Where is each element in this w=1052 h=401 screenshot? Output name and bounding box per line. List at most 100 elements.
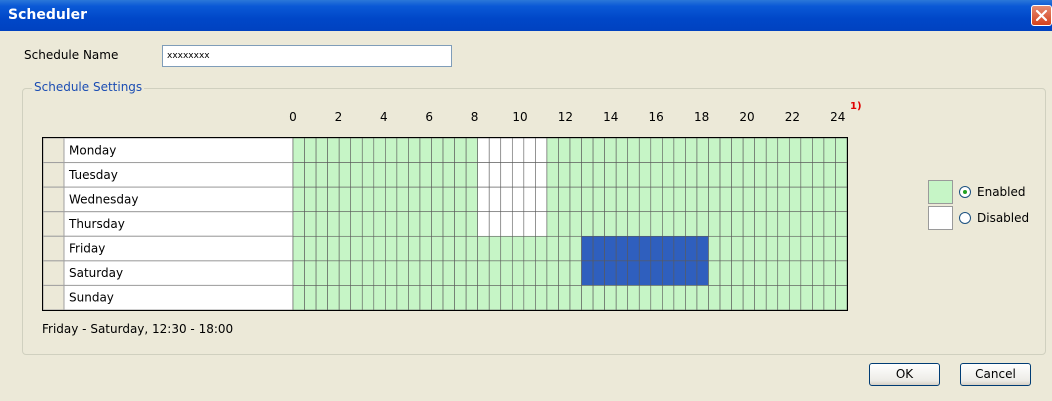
- disabled-radio[interactable]: [959, 212, 971, 224]
- time-slot[interactable]: [338, 235, 352, 262]
- time-slot[interactable]: [338, 285, 352, 310]
- time-slot[interactable]: [477, 285, 490, 310]
- time-slot[interactable]: [511, 138, 525, 163]
- time-slot[interactable]: [673, 211, 686, 237]
- time-slot[interactable]: [685, 260, 698, 286]
- time-slot[interactable]: [708, 186, 721, 213]
- time-slot[interactable]: [511, 235, 525, 262]
- time-slot[interactable]: [754, 162, 767, 188]
- time-slot[interactable]: [581, 235, 594, 262]
- time-slot[interactable]: [662, 138, 675, 163]
- schedule-grid-canvas[interactable]: Monday Tuesday Wednesday Thursday Friday Satu…: [43, 138, 847, 310]
- time-slot[interactable]: [373, 162, 386, 188]
- time-slot[interactable]: [558, 186, 571, 213]
- time-slot[interactable]: [581, 138, 594, 163]
- time-slot[interactable]: [419, 235, 432, 262]
- time-slot[interactable]: [685, 211, 698, 237]
- time-slot[interactable]: [546, 162, 559, 188]
- time-slot[interactable]: [546, 186, 559, 213]
- time-slot[interactable]: [327, 186, 340, 213]
- time-slot[interactable]: [662, 186, 675, 213]
- time-slot[interactable]: [465, 285, 478, 310]
- schedule-name-input[interactable]: xxxxxxxx: [162, 45, 452, 67]
- time-slot[interactable]: [488, 260, 502, 286]
- time-slot[interactable]: [823, 138, 836, 163]
- time-slot[interactable]: [696, 235, 709, 262]
- time-slot[interactable]: [361, 162, 375, 188]
- time-slot[interactable]: [673, 260, 686, 286]
- time-slot[interactable]: [673, 235, 686, 262]
- time-slot[interactable]: [396, 138, 409, 163]
- time-slot[interactable]: [361, 285, 375, 310]
- time-slot[interactable]: [719, 162, 732, 188]
- time-slot[interactable]: [742, 285, 755, 310]
- time-slot[interactable]: [408, 162, 421, 188]
- time-slot[interactable]: [627, 260, 640, 286]
- time-slot[interactable]: [627, 211, 640, 237]
- time-slot[interactable]: [385, 162, 398, 188]
- time-slot[interactable]: [708, 211, 721, 237]
- time-slot[interactable]: [754, 235, 767, 262]
- time-slot[interactable]: [719, 138, 732, 163]
- time-slot[interactable]: [650, 211, 663, 237]
- time-slot[interactable]: [592, 162, 605, 188]
- time-slot[interactable]: [396, 285, 409, 310]
- time-slot[interactable]: [835, 235, 847, 262]
- time-slot[interactable]: [523, 235, 536, 262]
- time-slot[interactable]: [835, 285, 847, 310]
- time-slot[interactable]: [627, 235, 640, 262]
- time-slot[interactable]: [708, 260, 721, 286]
- time-slot[interactable]: [477, 211, 490, 237]
- time-slot[interactable]: [604, 186, 617, 213]
- time-slot[interactable]: [719, 260, 732, 286]
- schedule-grid[interactable]: Monday Tuesday Wednesday Thursday Friday Satu…: [42, 137, 848, 311]
- time-slot[interactable]: [350, 211, 363, 237]
- time-slot[interactable]: [488, 162, 502, 188]
- time-slot[interactable]: [581, 285, 594, 310]
- time-slot[interactable]: [662, 162, 675, 188]
- row-handle[interactable]: [43, 235, 65, 262]
- time-slot[interactable]: [511, 285, 525, 310]
- time-slot[interactable]: [800, 285, 813, 310]
- time-slot[interactable]: [327, 235, 340, 262]
- time-slot[interactable]: [304, 211, 317, 237]
- time-slot[interactable]: [592, 138, 605, 163]
- row-handle[interactable]: [43, 260, 65, 286]
- time-slot[interactable]: [408, 285, 421, 310]
- time-slot[interactable]: [558, 211, 571, 237]
- time-slot[interactable]: [788, 138, 802, 163]
- time-slot[interactable]: [431, 186, 444, 213]
- time-slot[interactable]: [338, 138, 352, 163]
- time-slot[interactable]: [592, 285, 605, 310]
- time-slot[interactable]: [719, 211, 732, 237]
- time-slot[interactable]: [569, 138, 582, 163]
- time-slot[interactable]: [650, 186, 663, 213]
- time-slot[interactable]: [765, 138, 779, 163]
- time-slot[interactable]: [408, 138, 421, 163]
- time-slot[interactable]: [465, 235, 478, 262]
- time-slot[interactable]: [604, 235, 617, 262]
- time-slot[interactable]: [708, 162, 721, 188]
- time-slot[interactable]: [327, 260, 340, 286]
- row-handle[interactable]: [43, 138, 65, 164]
- time-slot[interactable]: [615, 138, 629, 163]
- time-slot[interactable]: [361, 235, 375, 262]
- time-slot[interactable]: [812, 285, 825, 310]
- time-slot[interactable]: [385, 285, 398, 310]
- time-slot[interactable]: [788, 162, 802, 188]
- time-slot[interactable]: [546, 235, 559, 262]
- time-slot[interactable]: [650, 235, 663, 262]
- time-slot[interactable]: [408, 211, 421, 237]
- time-slot[interactable]: [731, 138, 744, 163]
- time-slot[interactable]: [708, 138, 721, 163]
- time-slot[interactable]: [465, 162, 478, 188]
- time-slot[interactable]: [615, 285, 629, 310]
- time-slot[interactable]: [650, 162, 663, 188]
- time-slot[interactable]: [719, 285, 732, 310]
- time-slot[interactable]: [477, 162, 490, 188]
- time-slot[interactable]: [812, 211, 825, 237]
- time-slot[interactable]: [338, 260, 352, 286]
- time-slot[interactable]: [569, 186, 582, 213]
- time-slot[interactable]: [812, 162, 825, 188]
- time-slot[interactable]: [777, 138, 790, 163]
